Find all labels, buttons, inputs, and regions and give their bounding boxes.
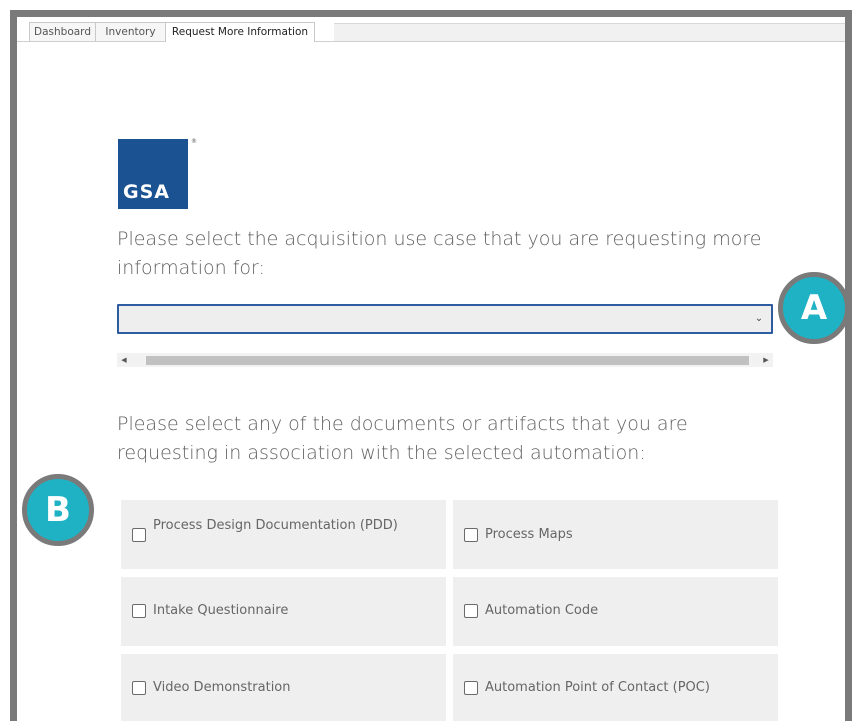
artifact-option-label: Video Demonstration <box>153 680 291 695</box>
artifacts-question: Please select any of the documents or ar… <box>117 413 688 464</box>
tab-inventory[interactable]: Inventory <box>95 22 166 41</box>
gsa-logo: GSA <box>118 139 188 209</box>
checkbox[interactable] <box>464 604 478 618</box>
chevron-down-icon: ⌄ <box>754 313 764 324</box>
artifact-option[interactable]: Automation Code <box>453 577 778 646</box>
artifact-option-label: Automation Code <box>485 603 599 618</box>
artifact-option-label: Process Design Documentation (PDD) <box>153 518 398 533</box>
artifact-option[interactable]: Process Maps <box>453 500 778 569</box>
artifact-option[interactable]: Intake Questionnaire <box>121 577 446 646</box>
use-case-question: Please select the acquisition use case t… <box>117 228 762 279</box>
scroll-right-icon[interactable]: ▶ <box>759 353 773 367</box>
tab-bar-fill <box>334 23 845 41</box>
checkbox[interactable] <box>132 528 146 542</box>
checkbox[interactable] <box>132 681 146 695</box>
app-frame: Dashboard Inventory Request More Informa… <box>10 10 852 721</box>
artifact-option[interactable]: Video Demonstration <box>121 654 446 721</box>
gsa-logo-text: GSA <box>123 181 170 203</box>
tab-bar: Dashboard Inventory Request More Informa… <box>17 17 845 42</box>
callout-b-badge: B <box>22 474 94 546</box>
artifact-option-label: Process Maps <box>485 527 573 542</box>
artifact-option[interactable]: Automation Point of Contact (POC) <box>453 654 778 721</box>
scrollbar-thumb[interactable] <box>146 356 749 365</box>
callout-a-badge: A <box>778 272 850 344</box>
checkbox[interactable] <box>464 681 478 695</box>
tab-request-more-information[interactable]: Request More Information <box>165 22 315 42</box>
checkbox[interactable] <box>464 528 478 542</box>
artifact-option-label: Intake Questionnaire <box>153 603 289 618</box>
tab-dashboard[interactable]: Dashboard <box>29 22 96 41</box>
artifact-option-label: Automation Point of Contact (POC) <box>485 680 710 695</box>
checkbox[interactable] <box>132 604 146 618</box>
scroll-left-icon[interactable]: ◀ <box>117 353 131 367</box>
registered-mark: ® <box>191 138 197 145</box>
horizontal-scrollbar[interactable]: ◀ ▶ <box>117 353 773 367</box>
artifact-option[interactable]: Process Design Documentation (PDD) <box>121 500 446 569</box>
use-case-select[interactable]: ⌄ <box>117 304 773 334</box>
